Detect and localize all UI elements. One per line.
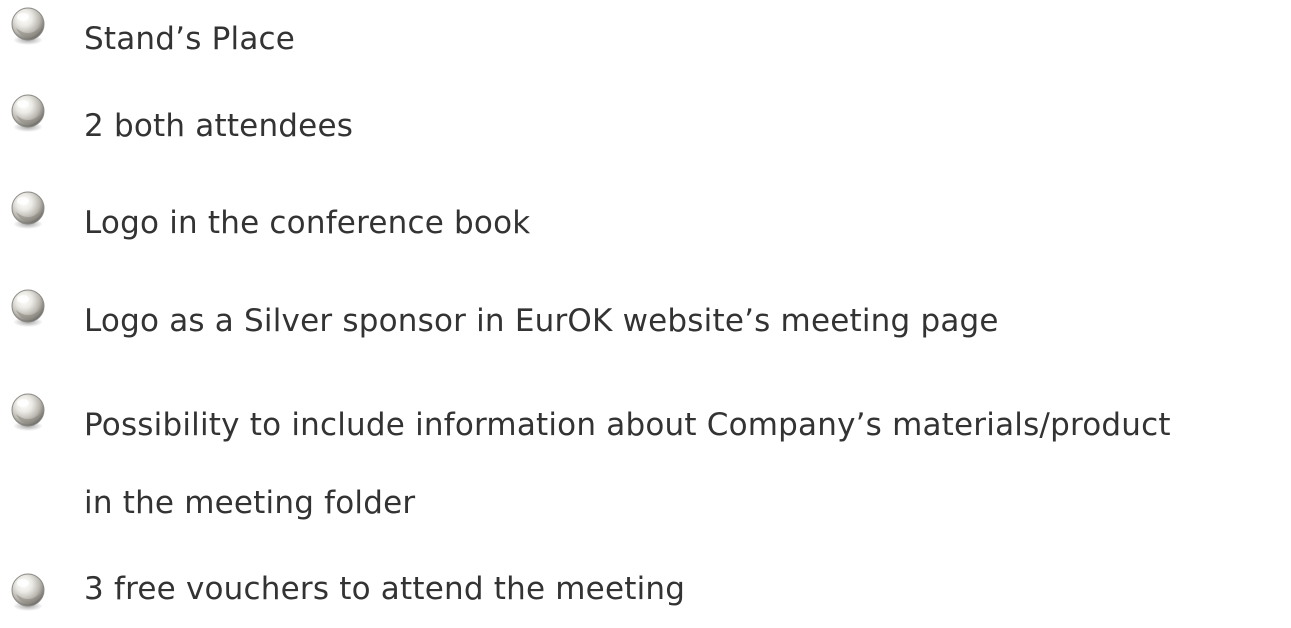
silver-ball-bullet-icon [7, 390, 49, 432]
list-item-label: 2 both attendees [84, 108, 354, 144]
silver-ball-bullet-icon [7, 188, 49, 230]
list-item-label: Logo in the conference book [84, 205, 531, 241]
list-item-label-line2: in the meeting folder [84, 485, 416, 521]
silver-ball-bullet-icon [7, 91, 49, 133]
silver-ball-bullet-icon [7, 570, 49, 612]
silver-ball-bullet-icon [7, 4, 49, 46]
feature-list: Stand’s Place 2 both attendees Logo in t… [0, 0, 1291, 624]
list-item-label: Stand’s Place [84, 21, 296, 57]
list-item-label: Logo as a Silver sponsor in EurOK websit… [84, 303, 999, 339]
list-item-label-line1: Possibility to include information about… [84, 407, 1171, 443]
list-item-label: 3 free vouchers to attend the meeting [84, 571, 686, 607]
list-item-label: Possibility to include information about… [84, 386, 1171, 542]
silver-ball-bullet-icon [7, 286, 49, 328]
